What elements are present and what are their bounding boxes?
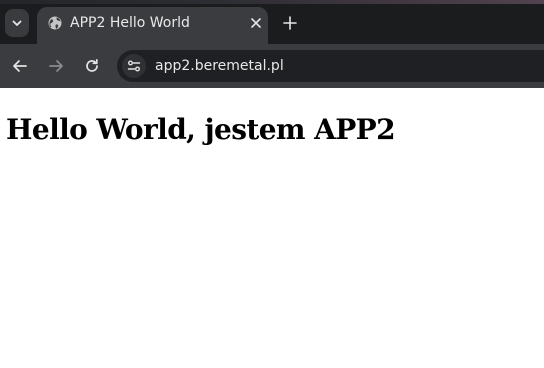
tab-search-button[interactable]	[5, 9, 29, 37]
page-heading: Hello World, jestem APP2	[6, 113, 396, 146]
globe-icon	[48, 16, 62, 30]
arrow-left-icon[interactable]	[12, 58, 28, 74]
site-info-button[interactable]	[122, 54, 146, 78]
browser-window: APP2 Hello World app2.beremetal.pl Hello…	[0, 0, 544, 368]
tune-icon	[127, 60, 141, 72]
reload-icon[interactable]	[84, 58, 100, 74]
tab-strip: APP2 Hello World	[0, 0, 544, 44]
close-icon[interactable]	[249, 16, 263, 30]
toolbar: app2.beremetal.pl	[0, 44, 544, 88]
chevron-down-icon	[12, 20, 22, 26]
tab-title: APP2 Hello World	[70, 15, 190, 31]
arrow-right-icon[interactable]	[48, 58, 64, 74]
page-content: Hello World, jestem APP2	[0, 88, 544, 368]
tab-active[interactable]: APP2 Hello World	[37, 7, 268, 44]
url-text[interactable]: app2.beremetal.pl	[155, 57, 284, 75]
address-bar[interactable]: app2.beremetal.pl	[117, 50, 544, 82]
plus-icon[interactable]	[282, 15, 298, 31]
